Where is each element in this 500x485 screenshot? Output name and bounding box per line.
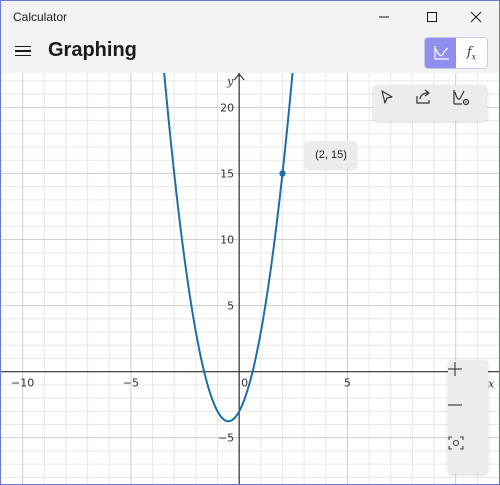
recenter-icon — [448, 436, 464, 450]
graph-function-toggle: fx — [424, 37, 488, 69]
app-header: Graphing fx — [1, 33, 499, 73]
graph-toolbar — [373, 85, 487, 121]
minimize-button[interactable] — [361, 1, 407, 33]
y-tick-label: 15 — [220, 167, 234, 180]
grid-minor — [1, 73, 499, 484]
y-tick-label: −5 — [218, 432, 234, 445]
hamburger-icon-line — [15, 50, 31, 52]
highlighted-point[interactable] — [279, 170, 286, 177]
hamburger-icon — [15, 45, 31, 48]
x-tick-label: −10 — [11, 377, 34, 390]
share-icon — [416, 89, 430, 104]
y-tick-label: 10 — [220, 234, 234, 247]
x-tick-label: 0 — [241, 377, 248, 390]
axes: yx — [1, 73, 499, 484]
graph-canvas[interactable]: yx −10 −5 0 5 −5 5 10 15 20 (2, 15) — [1, 73, 499, 484]
zoom-out-button[interactable] — [448, 398, 488, 434]
graph-settings-button[interactable] — [451, 89, 481, 117]
x-axis-label: x — [488, 378, 495, 391]
page-title: Graphing — [48, 39, 137, 61]
function-list-button[interactable]: fx — [456, 38, 487, 68]
close-icon — [470, 11, 482, 23]
reset-view-button[interactable] — [448, 436, 488, 472]
close-button[interactable] — [453, 1, 499, 33]
hamburger-icon-line — [15, 54, 31, 57]
graph-settings-icon — [453, 90, 470, 106]
graph-view-button[interactable] — [425, 38, 456, 68]
function-curve[interactable] — [162, 73, 295, 423]
cursor-icon — [381, 90, 393, 104]
highlighted-point-marker — [279, 170, 286, 177]
graph-plot[interactable]: yx −10 −5 0 5−55101520 — [1, 73, 499, 484]
function-subscript: x — [471, 52, 477, 62]
grid-major — [1, 73, 499, 484]
y-axis-label: y — [226, 75, 234, 88]
zoom-in-button[interactable] — [448, 362, 488, 398]
y-tick-label: 20 — [220, 101, 234, 114]
calculator-window: Calculator Graphing fx y x −10 −5 0 5 −5… — [0, 0, 500, 485]
minimize-icon — [379, 16, 389, 18]
app-title: Calculator — [13, 10, 68, 24]
x-tick-label: −5 — [123, 377, 139, 390]
share-button[interactable] — [415, 89, 445, 117]
title-bar: Calculator — [1, 1, 499, 33]
graph-icon — [433, 46, 449, 60]
function-curve-path — [163, 73, 294, 423]
function-icon: fx — [467, 45, 476, 62]
zoom-controls — [448, 360, 488, 474]
point-tooltip: (2, 15) — [305, 141, 357, 169]
minus-icon — [448, 404, 462, 406]
menu-button[interactable] — [11, 39, 35, 63]
trace-button[interactable] — [379, 89, 409, 117]
tick-labels: −10 −5 0 5 −5 5 10 15 20 — [11, 101, 351, 444]
x-tick-label: 5 — [344, 377, 351, 390]
maximize-icon — [427, 12, 437, 22]
maximize-button[interactable] — [409, 1, 455, 33]
y-tick-label: 5 — [227, 300, 234, 313]
plus-icon — [448, 362, 462, 376]
